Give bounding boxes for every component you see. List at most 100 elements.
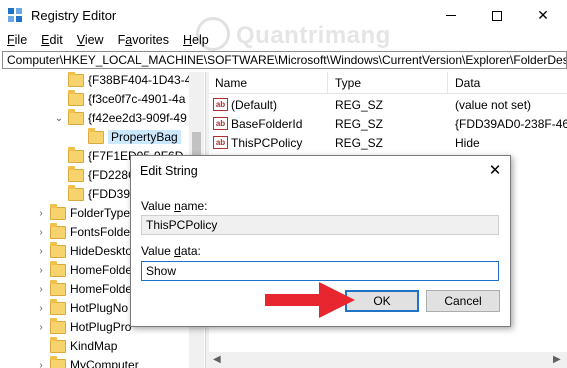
red-arrow-icon bbox=[265, 282, 355, 318]
string-value-icon: ab bbox=[213, 136, 228, 149]
folder-icon bbox=[68, 89, 84, 106]
tree-item-label: HomeFolder bbox=[70, 282, 137, 296]
cell-type: REG_SZ bbox=[335, 136, 384, 150]
tree-item-label: HotPlugNo bbox=[70, 301, 129, 315]
tree-item[interactable]: › HotPlugNo bbox=[36, 298, 129, 317]
column-header-data[interactable]: Data bbox=[455, 76, 480, 90]
dialog-close-button[interactable]: ✕ bbox=[483, 160, 507, 182]
ok-button[interactable]: OK bbox=[345, 290, 419, 312]
folder-icon bbox=[68, 146, 84, 163]
address-bar[interactable]: Computer\HKEY_LOCAL_MACHINE\SOFTWARE\Mic… bbox=[2, 51, 567, 69]
chevron-right-icon[interactable]: › bbox=[36, 265, 46, 276]
list-header: Name Type Data bbox=[209, 72, 567, 94]
column-header-name[interactable]: Name bbox=[215, 76, 247, 90]
folder-icon bbox=[88, 127, 104, 144]
menu-help[interactable]: Help bbox=[176, 31, 216, 51]
folder-icon bbox=[50, 355, 66, 368]
tree-item-label: FolderTypes bbox=[70, 206, 137, 220]
tree-item-label: {f3ce0f7c-4901-4a bbox=[88, 92, 186, 106]
chevron-right-icon[interactable]: › bbox=[36, 322, 46, 333]
arrow-head bbox=[319, 282, 355, 318]
chevron-right-icon[interactable]: › bbox=[36, 303, 46, 314]
tree-item-label: HotPlugPro bbox=[70, 320, 132, 334]
scroll-left-icon[interactable]: ◀ bbox=[213, 354, 221, 365]
folder-icon bbox=[50, 279, 66, 296]
minimize-icon bbox=[446, 15, 456, 16]
close-icon: ✕ bbox=[537, 7, 549, 23]
list-row[interactable]: ab (Default) REG_SZ (value not set) bbox=[209, 96, 567, 115]
folder-icon bbox=[68, 165, 84, 182]
value-data-input[interactable]: Show bbox=[141, 261, 499, 281]
cell-data: {FDD39AD0-238F-46AF bbox=[455, 117, 567, 131]
cell-name: (Default) bbox=[231, 98, 278, 112]
menu-edit[interactable]: Edit bbox=[34, 31, 70, 51]
value-name-field: ThisPCPolicy bbox=[141, 215, 499, 235]
folder-icon bbox=[68, 108, 84, 125]
tree-item[interactable]: PropertyBag bbox=[74, 127, 181, 146]
chevron-right-icon[interactable]: › bbox=[36, 360, 46, 368]
cancel-button[interactable]: Cancel bbox=[426, 290, 500, 312]
tree-item[interactable]: › HotPlugPro bbox=[36, 317, 132, 336]
folder-icon bbox=[50, 298, 66, 315]
folder-icon bbox=[50, 222, 66, 239]
list-row[interactable]: ab ThisPCPolicy REG_SZ Hide bbox=[209, 134, 567, 153]
folder-icon bbox=[68, 184, 84, 201]
tree-item[interactable]: › HomeFolder bbox=[36, 279, 137, 298]
menu-favorites[interactable]: Favorites bbox=[111, 31, 176, 51]
list-row[interactable]: abBaseFolderId REG_SZ {FDD39AD0-238F-46AF bbox=[209, 115, 567, 134]
tree-item[interactable]: {F38BF404-1D43-4 bbox=[54, 72, 191, 89]
arrow-shaft bbox=[265, 294, 323, 306]
tree-item[interactable]: › HideDesktop bbox=[36, 241, 139, 260]
folder-icon bbox=[50, 260, 66, 277]
folder-icon bbox=[50, 317, 66, 334]
maximize-button[interactable] bbox=[474, 0, 520, 31]
chevron-right-icon[interactable]: › bbox=[36, 227, 46, 238]
string-value-icon: ab bbox=[213, 98, 228, 111]
cell-name: ThisPCPolicy bbox=[231, 136, 303, 150]
tree-item-label: KindMap bbox=[70, 339, 118, 353]
tree-item[interactable]: › MyComputer bbox=[36, 355, 139, 368]
string-value-icon: ab bbox=[213, 117, 228, 130]
column-header-type[interactable]: Type bbox=[335, 76, 361, 90]
value-data-label: Value data: bbox=[141, 244, 201, 258]
chevron-right-icon[interactable]: › bbox=[36, 208, 46, 219]
tree-item[interactable]: KindMap bbox=[36, 336, 118, 355]
maximize-icon bbox=[492, 10, 502, 21]
menu-file[interactable]: File bbox=[0, 31, 34, 51]
folder-icon bbox=[50, 241, 66, 258]
folder-icon bbox=[50, 336, 66, 353]
cell-data: Hide bbox=[455, 136, 480, 150]
value-name-label: Value name: bbox=[141, 199, 208, 213]
cell-data: (value not set) bbox=[455, 98, 532, 112]
folder-icon bbox=[50, 203, 66, 220]
tree-item[interactable]: {FD228C bbox=[54, 165, 137, 184]
dialog-title: Edit String bbox=[140, 164, 198, 178]
chevron-down-icon[interactable]: ⌄ bbox=[54, 113, 64, 124]
tree-item[interactable]: › FolderTypes bbox=[36, 203, 137, 222]
tree-item[interactable]: {f3ce0f7c-4901-4a bbox=[54, 89, 186, 108]
tree-item[interactable]: › HomeFolder bbox=[36, 260, 136, 279]
tree-item-label: {FDD39 bbox=[88, 187, 131, 201]
tree-item-label: FontsFolder bbox=[70, 225, 135, 239]
cell-type: REG_SZ bbox=[335, 117, 384, 131]
tree-item[interactable]: {FDD39 bbox=[54, 184, 131, 203]
list-horizontal-scrollbar[interactable]: ◀ ▶ bbox=[209, 352, 567, 368]
close-button[interactable]: ✕ bbox=[520, 0, 566, 31]
tree-item[interactable]: ⌄ {f42ee2d3-909f-49 bbox=[54, 108, 187, 127]
minimize-button[interactable] bbox=[428, 0, 474, 31]
tree-item-label: HideDesktop bbox=[70, 244, 139, 258]
tree-item-label: MyComputer bbox=[70, 358, 139, 368]
scroll-right-icon[interactable]: ▶ bbox=[553, 354, 561, 365]
tree-item-label: {f42ee2d3-909f-49 bbox=[88, 111, 187, 125]
tree-item-label: {F38BF404-1D43-4 bbox=[88, 73, 192, 87]
chevron-right-icon[interactable]: › bbox=[36, 246, 46, 257]
column-separator[interactable] bbox=[327, 72, 328, 94]
chevron-right-icon[interactable]: › bbox=[36, 284, 46, 295]
tree-item-label: PropertyBag bbox=[108, 130, 181, 144]
tree-item[interactable]: › FontsFolder bbox=[36, 222, 135, 241]
cell-name: BaseFolderId bbox=[231, 117, 303, 131]
menu-bar: File Edit View Favorites Help bbox=[0, 31, 567, 51]
column-separator[interactable] bbox=[447, 72, 448, 94]
menu-view[interactable]: View bbox=[70, 31, 111, 51]
folder-icon bbox=[68, 72, 84, 87]
